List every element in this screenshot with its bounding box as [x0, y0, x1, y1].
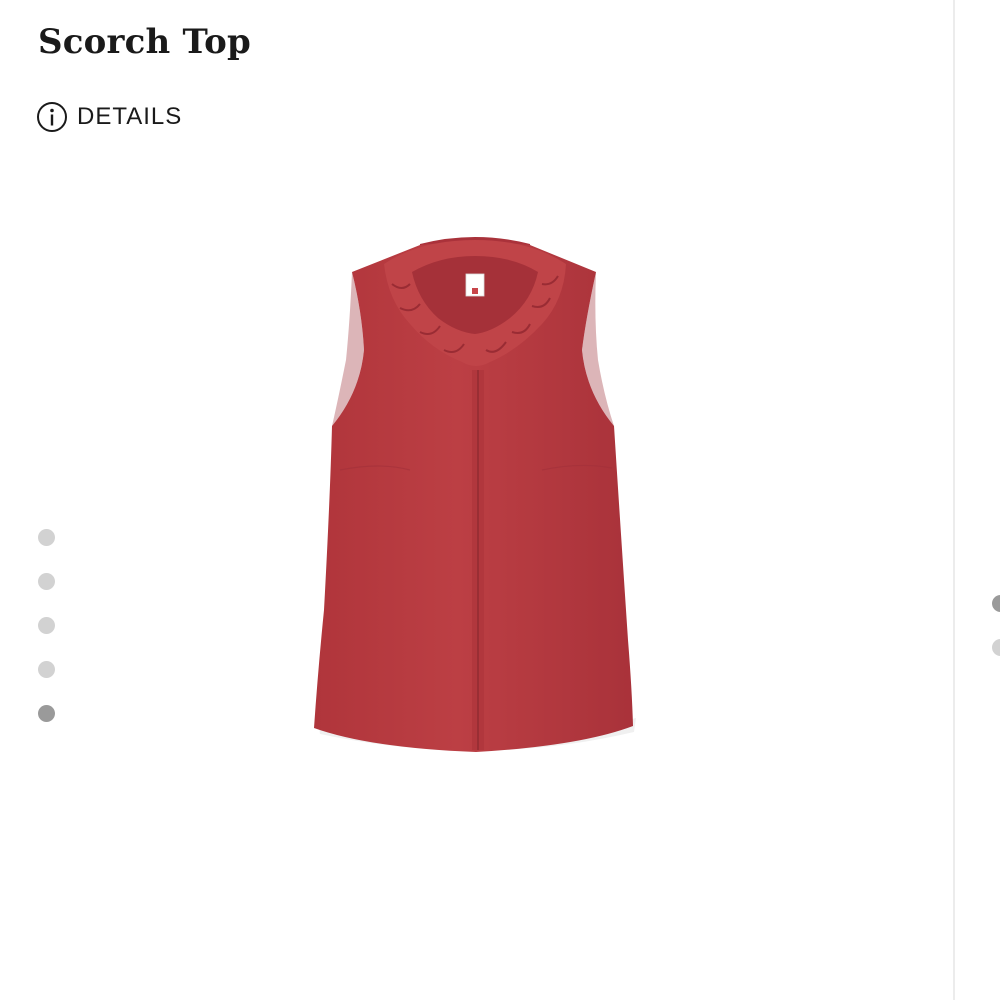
carousel-dot[interactable]: [38, 617, 55, 634]
carousel-dot-active[interactable]: [38, 705, 55, 722]
product-title: Scorch Top: [38, 22, 251, 62]
carousel-dot: [992, 639, 1000, 656]
carousel-dot[interactable]: [38, 529, 55, 546]
info-circle-icon: [36, 101, 68, 133]
details-button[interactable]: DETAILS: [36, 100, 182, 134]
carousel-dots: [38, 529, 56, 749]
next-product-card-peek[interactable]: [955, 0, 1000, 1000]
next-card-carousel-dots: [992, 595, 1000, 683]
carousel-dot-active: [992, 595, 1000, 612]
carousel-dot[interactable]: [38, 573, 55, 590]
product-image[interactable]: [280, 200, 670, 780]
product-swipe-view: Scorch Top DETAILS: [0, 0, 1000, 1000]
carousel-dot[interactable]: [38, 661, 55, 678]
details-label: DETAILS: [77, 103, 183, 130]
product-card: Scorch Top DETAILS: [0, 0, 952, 1000]
